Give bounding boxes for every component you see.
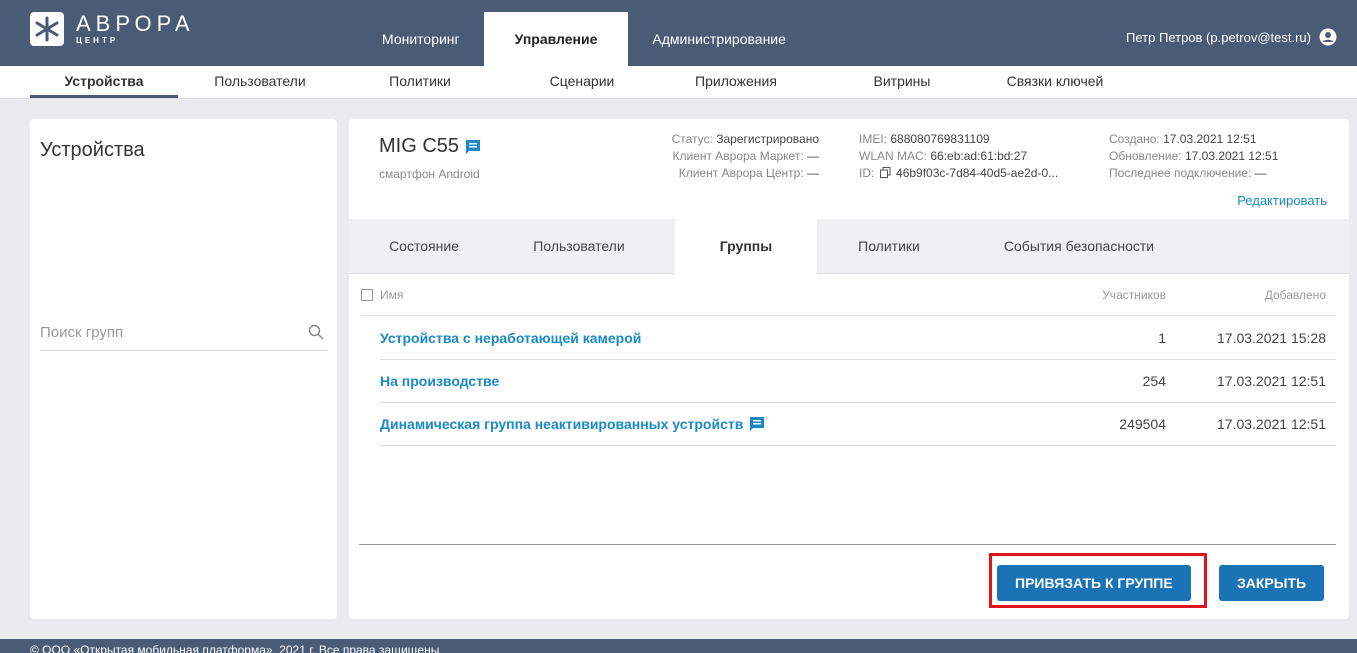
group-members: 254 — [1142, 373, 1166, 389]
updated-value: 17.03.2021 12:51 — [1184, 149, 1279, 163]
tab-policies[interactable]: Политики — [829, 219, 949, 274]
group-members: 249504 — [1119, 416, 1166, 432]
sidebar-title: Устройства — [40, 139, 145, 161]
subnav-scenarios[interactable]: Сценарии — [532, 66, 632, 98]
updated-label: Обновление: — [1109, 149, 1182, 163]
group-search-input[interactable] — [40, 315, 290, 349]
tab-state[interactable]: Состояние — [349, 219, 499, 274]
device-name: MIG C55 — [379, 135, 460, 157]
id-value: 46b9f03c-7d84-40d5-ae2d-0... — [896, 166, 1059, 180]
device-dates-block: Создано: 17.03.2021 12:51 Обновление: 17… — [1109, 131, 1339, 182]
groups-table-header: Имя Участников Добавлено — [361, 284, 1336, 316]
search-icon[interactable] — [308, 324, 324, 340]
group-name-link[interactable]: Динамическая группа неактивированных уст… — [380, 416, 765, 432]
imei-label: IMEI: — [859, 132, 888, 146]
aurora-logo-icon — [30, 12, 64, 46]
device-card: MIG C55 смартфон Android Статус: Зарегис… — [349, 119, 1349, 619]
group-search — [40, 315, 328, 351]
created-value: 17.03.2021 12:51 — [1163, 132, 1257, 146]
copyright-text: © ООО «Открытая мобильная платформа», 20… — [30, 643, 440, 653]
main-nav: Мониторинг Управление Администрирование — [358, 12, 810, 66]
select-all-checkbox[interactable] — [361, 289, 373, 301]
device-ids-block: IMEI: 688080769831109 WLAN MAC: 66:eb:ad… — [859, 131, 1099, 182]
status-label: Статус: — [671, 132, 713, 146]
center-client-value: — — [807, 166, 819, 180]
copy-icon[interactable] — [879, 167, 891, 178]
center-client-label: Клиент Аврора Центр: — [678, 166, 804, 180]
user-label: Петр Петров (p.petrov@test.ru) — [1126, 29, 1311, 45]
edit-device-link[interactable]: Редактировать — [1237, 193, 1327, 208]
subnav-users[interactable]: Пользователи — [190, 66, 330, 98]
tab-groups[interactable]: Группы — [675, 219, 817, 275]
brand-title: АВРОРА — [76, 11, 195, 36]
user-icon — [1319, 28, 1337, 46]
status-value: Зарегистрировано — [716, 132, 819, 146]
comment-icon[interactable] — [749, 416, 765, 432]
group-members: 1 — [1158, 330, 1166, 346]
subnav-policies[interactable]: Политики — [370, 66, 470, 98]
tab-users[interactable]: Пользователи — [509, 219, 649, 274]
close-button[interactable]: ЗАКРЫТЬ — [1219, 565, 1325, 601]
device-tabs: Состояние Пользователи Группы Политики С… — [349, 219, 1349, 275]
group-name-link[interactable]: Устройства с неработающей камерой — [380, 330, 641, 346]
subnav-keychains[interactable]: Связки ключей — [990, 66, 1120, 98]
device-type: смартфон Android — [379, 167, 480, 181]
imei-value: 688080769831109 — [890, 132, 990, 146]
top-bar: АВРОРА ЦЕНТР Мониторинг Управление Админ… — [0, 0, 1357, 66]
groups-sidebar: Устройства — [30, 119, 337, 619]
last-connection-label: Последнее подключение: — [1109, 166, 1252, 180]
table-row[interactable]: Устройства с неработающей камерой 1 17.0… — [380, 317, 1336, 360]
device-title: MIG C55 — [379, 135, 481, 158]
main-nav-monitoring[interactable]: Мониторинг — [358, 12, 484, 66]
header-added[interactable]: Добавлено — [1265, 288, 1326, 302]
last-connection-value: — — [1254, 166, 1267, 180]
market-client-value: — — [807, 149, 819, 163]
device-status-block: Статус: Зарегистрировано Клиент Аврора М… — [579, 131, 819, 182]
page-footer: © ООО «Открытая мобильная платформа», 20… — [0, 639, 1357, 653]
comment-icon[interactable] — [465, 139, 481, 155]
group-added: 17.03.2021 15:28 — [1217, 330, 1326, 346]
subnav-apps[interactable]: Приложения — [676, 66, 796, 98]
wlan-label: WLAN MAC: — [859, 149, 928, 163]
table-row[interactable]: Динамическая группа неактивированных уст… — [380, 403, 1336, 446]
brand-subtitle: ЦЕНТР — [76, 36, 119, 45]
actions-divider — [359, 544, 1336, 545]
user-menu[interactable]: Петр Петров (p.petrov@test.ru) — [1126, 28, 1337, 46]
main-nav-administration[interactable]: Администрирование — [628, 12, 810, 66]
logo[interactable]: АВРОРА ЦЕНТР — [30, 12, 195, 46]
group-name-link[interactable]: На производстве — [380, 373, 499, 389]
created-label: Создано: — [1109, 132, 1160, 146]
tab-security-events[interactable]: События безопасности — [979, 219, 1179, 274]
header-name[interactable]: Имя — [380, 288, 403, 302]
group-added: 17.03.2021 12:51 — [1217, 416, 1326, 432]
wlan-value: 66:eb:ad:61:bd:27 — [930, 149, 1028, 163]
group-added: 17.03.2021 12:51 — [1217, 373, 1326, 389]
group-name-text: Динамическая группа неактивированных уст… — [380, 416, 744, 432]
table-row[interactable]: На производстве 254 17.03.2021 12:51 — [380, 360, 1336, 403]
main-nav-management[interactable]: Управление — [483, 12, 629, 66]
subnav-devices[interactable]: Устройства — [30, 66, 178, 98]
subnav-storefronts[interactable]: Витрины — [852, 66, 952, 98]
market-client-label: Клиент Аврора Маркет: — [672, 149, 804, 163]
bind-to-group-button[interactable]: ПРИВЯЗАТЬ К ГРУППЕ — [997, 565, 1191, 601]
sub-nav: Устройства Пользователи Политики Сценари… — [0, 66, 1357, 99]
id-label: ID: — [859, 166, 875, 180]
header-members[interactable]: Участников — [1102, 288, 1166, 302]
